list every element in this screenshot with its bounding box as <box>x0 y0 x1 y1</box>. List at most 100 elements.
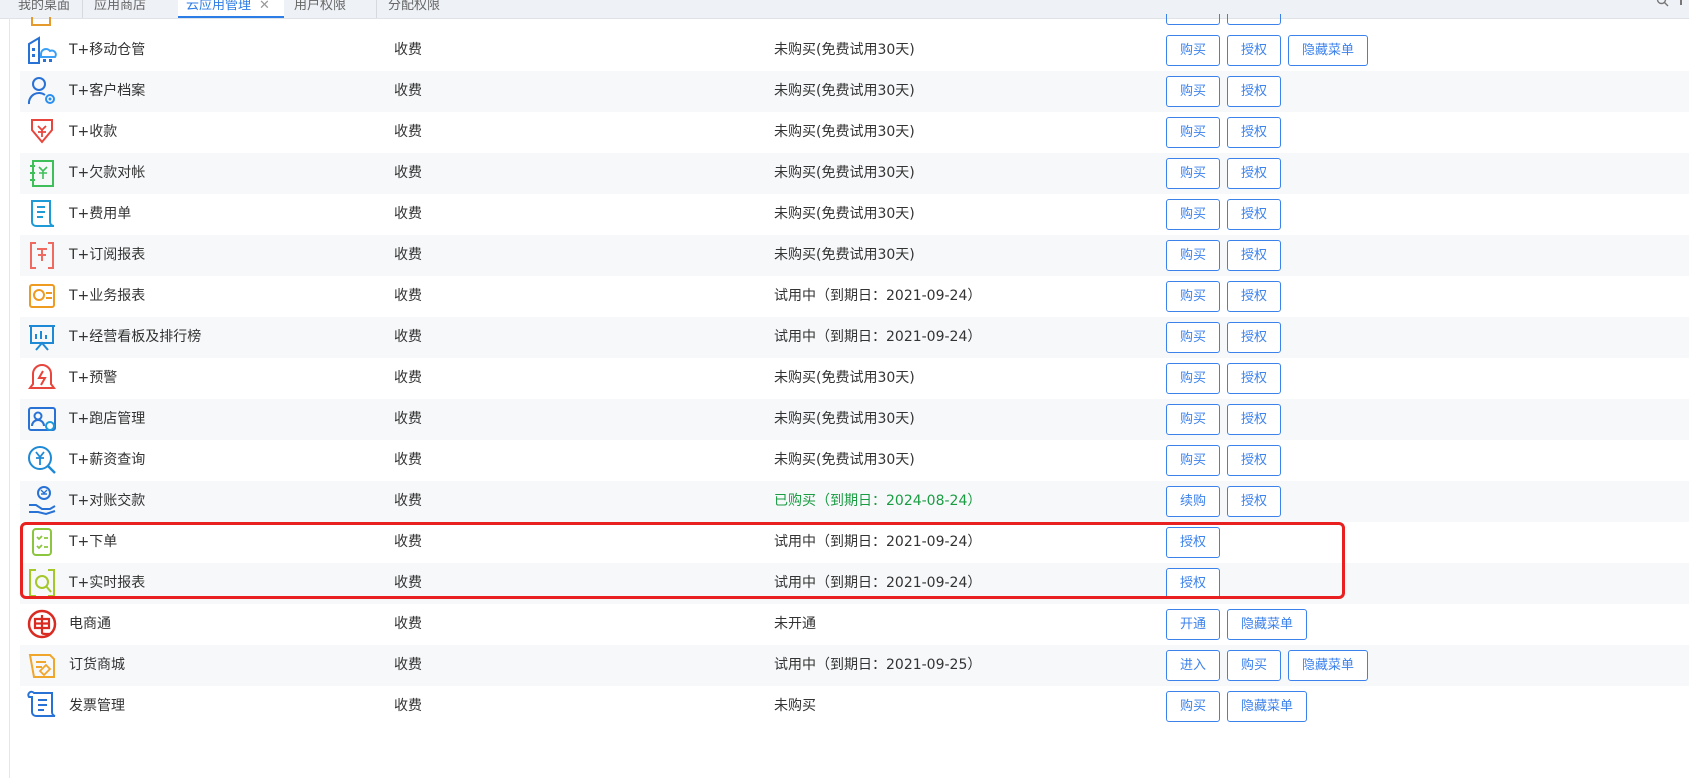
buy-button[interactable]: 购买 <box>1166 363 1220 394</box>
business-report-icon <box>26 280 58 312</box>
hide-menu-button[interactable]: 隐藏菜单 <box>1288 35 1368 66</box>
row-actions: 开通 隐藏菜单 <box>1166 609 1314 640</box>
authorize-button[interactable]: 授权 <box>1227 322 1281 353</box>
invoice-icon <box>26 690 58 722</box>
more-icon[interactable] <box>1679 0 1683 11</box>
tab-divider <box>376 0 377 18</box>
buy-button[interactable]: 购买 <box>1227 650 1281 681</box>
app-row-expense-bill: T+费用单 收费 未购买(免费试用30天) 购买 授权 <box>20 194 1689 235</box>
app-name: 发票管理 <box>69 698 125 714</box>
charge-type: 收费 <box>394 42 422 58</box>
buy-button[interactable]: 购买 <box>1166 445 1220 476</box>
app-name: T+欠款对帐 <box>69 165 146 181</box>
tab-cloud-app-management[interactable]: 云应用管理 ✕ <box>178 0 284 18</box>
app-row-reconcile-payment: T+对账交款 收费 已购买（到期日：2024-08-24） 续购 授权 <box>20 481 1689 522</box>
app-name: 电商通 <box>69 616 111 632</box>
authorize-button[interactable]: 授权 <box>1227 158 1281 189</box>
row-actions: 购买 授权 <box>1166 117 1288 148</box>
buy-button[interactable]: 购买 <box>1166 117 1220 148</box>
tab-app-store[interactable]: 应用商店 <box>94 0 146 18</box>
buy-button[interactable]: 购买 <box>1166 199 1220 230</box>
partial-button[interactable] <box>1227 14 1281 25</box>
ecommerce-icon <box>26 608 58 640</box>
buy-button[interactable]: 购买 <box>1166 240 1220 271</box>
authorize-button[interactable]: 授权 <box>1227 404 1281 435</box>
app-status: 未购买(免费试用30天) <box>774 247 915 263</box>
authorize-button[interactable]: 授权 <box>1227 76 1281 107</box>
app-name: T+费用单 <box>69 206 132 222</box>
authorize-button[interactable]: 授权 <box>1227 240 1281 271</box>
partial-button[interactable] <box>1166 14 1220 25</box>
buy-button[interactable]: 购买 <box>1166 691 1220 722</box>
row-actions: 购买 授权 <box>1166 404 1288 435</box>
app-name: T+对账交款 <box>69 493 146 509</box>
expense-bill-icon <box>26 198 58 230</box>
row-actions: 续购 授权 <box>1166 486 1288 517</box>
app-row-dashboard: T+经营看板及排行榜 收费 试用中（到期日：2021-09-24） 购买 授权 <box>20 317 1689 358</box>
authorize-button[interactable]: 授权 <box>1227 445 1281 476</box>
app-name: T+实时报表 <box>69 575 146 591</box>
app-status: 试用中（到期日：2021-09-25） <box>774 657 982 673</box>
realtime-report-icon <box>26 567 58 599</box>
buy-button[interactable]: 购买 <box>1166 404 1220 435</box>
buy-button[interactable]: 购买 <box>1166 281 1220 312</box>
app-status: 未购买(免费试用30天) <box>774 165 915 181</box>
buy-button[interactable]: 购买 <box>1166 76 1220 107</box>
row-actions: 购买 授权 <box>1166 322 1288 353</box>
buy-button[interactable]: 购买 <box>1166 158 1220 189</box>
app-status: 未购买(免费试用30天) <box>774 452 915 468</box>
app-name: T+下单 <box>69 534 118 550</box>
charge-type: 收费 <box>394 124 422 140</box>
activate-button[interactable]: 开通 <box>1166 609 1220 640</box>
authorize-button[interactable]: 授权 <box>1227 199 1281 230</box>
subscription-report-icon <box>26 239 58 271</box>
authorize-button[interactable]: 授权 <box>1166 568 1220 599</box>
hide-menu-button[interactable]: 隐藏菜单 <box>1227 609 1307 640</box>
app-status: 试用中（到期日：2021-09-24） <box>774 534 982 550</box>
authorize-button[interactable]: 授权 <box>1227 363 1281 394</box>
app-row-salary-search: T+薪资查询 收费 未购买(免费试用30天) 购买 授权 <box>20 440 1689 481</box>
app-row-subscription-report: T+订阅报表 收费 未购买(免费试用30天) 购买 授权 <box>20 235 1689 276</box>
tab-assign-permissions[interactable]: 分配权限 <box>388 0 440 18</box>
row-actions: 购买 授权 <box>1166 363 1288 394</box>
tab-label: 应用商店 <box>94 0 147 13</box>
app-name: T+订阅报表 <box>69 247 146 263</box>
app-row-order-mall: 订货商城 收费 试用中（到期日：2021-09-25） 进入 购买 隐藏菜单 <box>20 645 1689 686</box>
authorize-button[interactable]: 授权 <box>1227 281 1281 312</box>
buy-button[interactable]: 购买 <box>1166 322 1220 353</box>
buy-button[interactable]: 购买 <box>1166 35 1220 66</box>
enter-button[interactable]: 进入 <box>1166 650 1220 681</box>
row-actions: 购买 授权 <box>1166 76 1288 107</box>
app-name: T+薪资查询 <box>69 452 146 468</box>
app-row-customer-profile: T+客户档案 收费 未购买(免费试用30天) 购买 授权 <box>20 71 1689 112</box>
app-status: 未购买(免费试用30天) <box>774 83 915 99</box>
debt-reconcile-icon <box>26 157 58 189</box>
app-name: T+经营看板及排行榜 <box>69 329 202 345</box>
charge-type: 收费 <box>394 616 422 632</box>
charge-type: 收费 <box>394 575 422 591</box>
renew-button[interactable]: 续购 <box>1166 486 1220 517</box>
authorize-button[interactable]: 授权 <box>1227 486 1281 517</box>
charge-type: 收费 <box>394 534 422 550</box>
row-actions: 购买 授权 <box>1166 199 1288 230</box>
authorize-button[interactable]: 授权 <box>1227 117 1281 148</box>
search-icon[interactable] <box>1656 0 1669 11</box>
hide-menu-button[interactable]: 隐藏菜单 <box>1288 650 1368 681</box>
charge-type: 收费 <box>394 288 422 304</box>
tab-user-permissions[interactable]: 用户权限 <box>294 0 346 18</box>
row-actions: 购买 授权 <box>1166 158 1288 189</box>
charge-type: 收费 <box>394 206 422 222</box>
app-row-ecommerce: 电商通 收费 未开通 开通 隐藏菜单 <box>20 604 1689 645</box>
dashboard-board-icon <box>26 321 58 353</box>
app-row-alert: T+预警 收费 未购买(免费试用30天) 购买 授权 <box>20 358 1689 399</box>
app-status: 未购买(免费试用30天) <box>774 42 915 58</box>
app-name: 订货商城 <box>69 657 125 673</box>
app-status: 未购买(免费试用30天) <box>774 206 915 222</box>
tab-label: 分配权限 <box>388 0 441 13</box>
tab-close-icon[interactable]: ✕ <box>259 0 270 13</box>
authorize-button[interactable]: 授权 <box>1227 35 1281 66</box>
charge-type: 收费 <box>394 493 422 509</box>
hide-menu-button[interactable]: 隐藏菜单 <box>1227 691 1307 722</box>
tab-label: 用户权限 <box>294 0 347 13</box>
authorize-button[interactable]: 授权 <box>1166 527 1220 558</box>
